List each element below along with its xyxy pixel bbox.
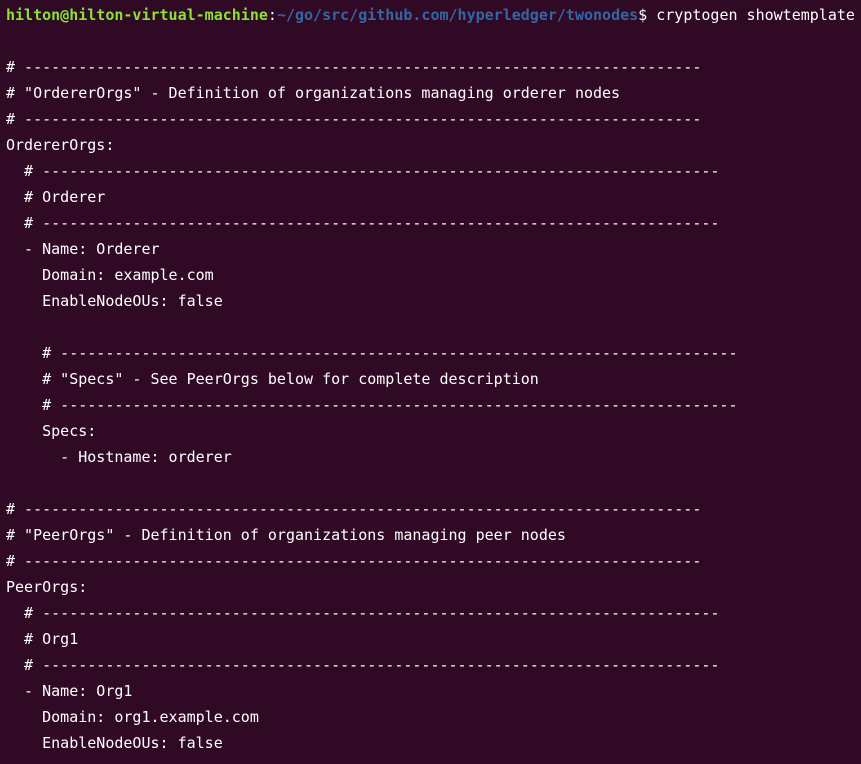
output-line: Domain: org1.example.com bbox=[6, 708, 259, 726]
prompt-path: ~/go/src/github.com/hyperledger/twonodes bbox=[276, 6, 639, 24]
output-line: # Org1 bbox=[6, 630, 79, 648]
output-line: # --------------------------------------… bbox=[6, 214, 720, 232]
prompt-line: hilton@hilton-virtual-machine:~/go/src/g… bbox=[6, 2, 861, 28]
output-line: OrdererOrgs: bbox=[6, 136, 115, 154]
output-line: # --------------------------------------… bbox=[6, 656, 720, 674]
output-line: # --------------------------------------… bbox=[6, 500, 702, 518]
output-line: # --------------------------------------… bbox=[6, 552, 702, 570]
output-line: # "PeerOrgs" - Definition of organizatio… bbox=[6, 526, 566, 544]
output-line: # --------------------------------------… bbox=[6, 58, 702, 76]
output-line: # "Specs" - See PeerOrgs below for compl… bbox=[6, 370, 539, 388]
output-line: # Orderer bbox=[6, 188, 106, 206]
output-line: PeerOrgs: bbox=[6, 578, 88, 596]
output-line: EnableNodeOUs: false bbox=[6, 734, 223, 752]
prompt-command: cryptogen showtemplate bbox=[656, 6, 855, 24]
output-line: # --------------------------------------… bbox=[6, 162, 720, 180]
output-line: # --------------------------------------… bbox=[6, 604, 720, 622]
prompt-user-host: hilton@hilton-virtual-machine bbox=[6, 6, 268, 24]
output-line: - Name: Org1 bbox=[6, 682, 133, 700]
prompt-dollar: $ bbox=[638, 6, 657, 24]
prompt-colon: : bbox=[267, 6, 277, 24]
output-line: # --------------------------------------… bbox=[6, 344, 738, 362]
output-line: # "OrdererOrgs" - Definition of organiza… bbox=[6, 84, 621, 102]
output-line: EnableNodeOUs: false bbox=[6, 292, 223, 310]
output-line: Specs: bbox=[6, 422, 97, 440]
output-line: Domain: example.com bbox=[6, 266, 214, 284]
output-line: - Name: Orderer bbox=[6, 240, 160, 258]
output-line: # --------------------------------------… bbox=[6, 110, 702, 128]
output-line: # --------------------------------------… bbox=[6, 396, 738, 414]
output-line: - Hostname: orderer bbox=[6, 448, 232, 466]
terminal-window[interactable]: hilton@hilton-virtual-machine:~/go/src/g… bbox=[0, 0, 861, 764]
